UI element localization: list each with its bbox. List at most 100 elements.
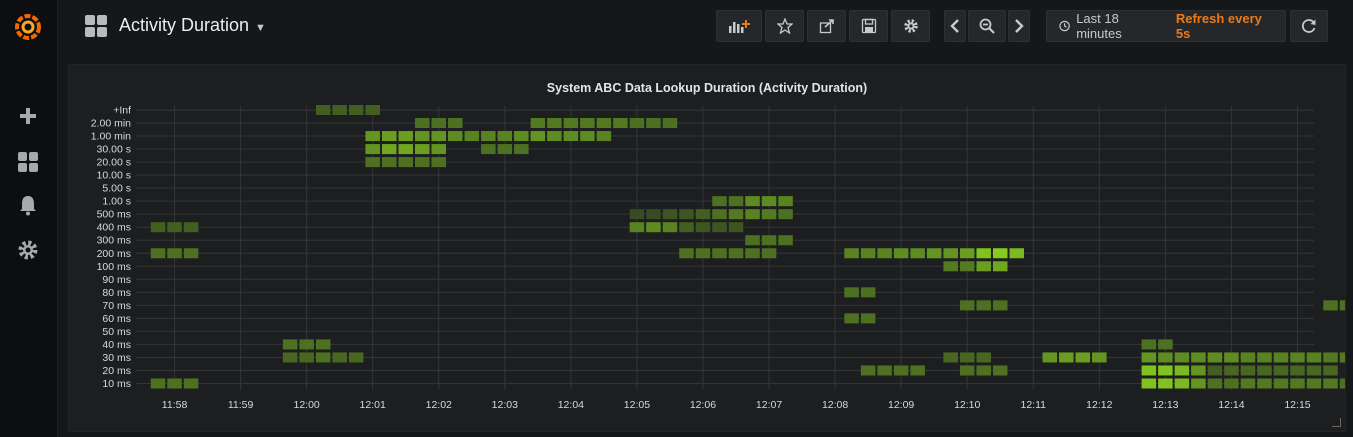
heatmap-cell: [877, 365, 892, 376]
heatmap-cell: [431, 131, 447, 142]
add-panel-button[interactable]: [716, 10, 762, 42]
dashboards-icon[interactable]: [16, 150, 40, 174]
heatmap-cell: [1191, 378, 1206, 389]
save-button[interactable]: [849, 10, 888, 42]
heatmap-cell: [679, 209, 694, 220]
heatmap-cell: [745, 235, 760, 246]
heatmap-cell: [679, 248, 694, 259]
heatmap-cell: [1257, 365, 1272, 376]
heatmap-cell: [563, 131, 579, 142]
grafana-logo[interactable]: [13, 12, 43, 42]
y-tick-label: 100 ms: [97, 261, 131, 273]
heatmap-cell: [745, 209, 760, 220]
y-tick-label: 400 ms: [97, 222, 131, 234]
heatmap-cell: [299, 339, 314, 350]
heatmap-cell: [1306, 378, 1322, 389]
x-tick-label: 12:09: [888, 399, 914, 411]
heatmap-cell: [844, 248, 859, 259]
heatmap-cell: [414, 131, 430, 142]
heatmap-cell: [464, 131, 480, 142]
heatmap-cell: [662, 209, 678, 220]
heatmap-cell: [695, 222, 711, 233]
heatmap-cell: [580, 131, 595, 142]
heatmap-cell: [877, 248, 892, 259]
heatmap-cell: [712, 248, 727, 259]
heatmap-cell: [1158, 339, 1173, 350]
time-forward-button[interactable]: [1008, 10, 1030, 42]
heatmap-cell: [547, 118, 562, 129]
heatmap-cell: [1158, 378, 1173, 389]
heatmap-cell: [1174, 352, 1190, 363]
heatmap-cell: [282, 352, 298, 363]
heatmap-cell: [976, 352, 991, 363]
y-tick-label: 2.00 min: [91, 118, 131, 130]
heatmap-cell: [1158, 365, 1173, 376]
heatmap-cell: [299, 352, 314, 363]
time-picker-button[interactable]: Last 18 minutes Refresh every 5s: [1046, 10, 1286, 42]
gear-icon[interactable]: [16, 238, 40, 262]
heatmap-cell: [381, 157, 397, 168]
heatmap-cell: [646, 222, 661, 233]
heatmap-cell: [1224, 365, 1239, 376]
add-panel-icon: [729, 20, 750, 33]
heatmap-cell: [497, 131, 513, 142]
heatmap-cell: [778, 235, 793, 246]
x-tick-label: 12:10: [954, 399, 980, 411]
bell-icon[interactable]: [16, 193, 40, 217]
panel-resize-handle[interactable]: [1332, 418, 1341, 427]
heatmap-cell: [728, 248, 744, 259]
heatmap-cell: [1224, 378, 1239, 389]
y-tick-label: 1.00 min: [91, 131, 131, 143]
heatmap-cell: [365, 157, 380, 168]
heatmap-cell: [414, 157, 430, 168]
heatmap-cell: [629, 209, 645, 220]
heatmap-cell: [596, 118, 612, 129]
settings-button[interactable]: [891, 10, 930, 42]
heatmap-cell: [398, 131, 413, 142]
heatmap-cell: [728, 222, 744, 233]
share-icon: [819, 19, 834, 34]
heatmap-cell: [1339, 300, 1345, 311]
heatmap-cell: [761, 248, 777, 259]
heatmap-cell: [1224, 352, 1239, 363]
heatmap-cell: [629, 222, 645, 233]
heatmap-cell: [679, 222, 694, 233]
heatmap-cell: [431, 144, 447, 155]
heatmap-cell: [1207, 352, 1223, 363]
heatmap-cell: [992, 300, 1008, 311]
heatmap-cell: [183, 248, 199, 259]
y-tick-label: 300 ms: [97, 235, 131, 247]
heatmap-cell: [414, 118, 430, 129]
heatmap-cell: [448, 118, 463, 129]
heatmap-cell: [1273, 352, 1289, 363]
refresh-button[interactable]: [1290, 10, 1328, 42]
dashboard-title[interactable]: Activity Duration ▼: [119, 15, 266, 36]
heatmap-cell: [183, 222, 199, 233]
heatmap-cell: [1141, 378, 1157, 389]
x-tick-label: 12:12: [1086, 399, 1112, 411]
y-tick-label: 40 ms: [102, 339, 131, 351]
heatmap-cell: [1257, 378, 1272, 389]
y-tick-label: 90 ms: [102, 274, 131, 286]
zoom-out-button[interactable]: [968, 10, 1006, 42]
heatmap-cell: [481, 131, 496, 142]
heatmap-cell: [315, 339, 331, 350]
y-tick-label: 30 ms: [102, 352, 131, 364]
y-tick-label: 60 ms: [102, 313, 131, 325]
heatmap-cell: [1290, 378, 1305, 389]
time-back-button[interactable]: [944, 10, 966, 42]
share-button[interactable]: [807, 10, 846, 42]
heatmap-cell: [1290, 365, 1305, 376]
plus-icon[interactable]: [16, 104, 40, 128]
heatmap-cell: [348, 352, 364, 363]
heatmap-cell: [860, 248, 876, 259]
y-tick-label: +Inf: [113, 105, 131, 117]
heatmap-cell: [976, 365, 991, 376]
heatmap-cell: [167, 222, 182, 233]
save-icon: [861, 18, 876, 34]
chevron-left-icon: [950, 19, 959, 33]
star-button[interactable]: [765, 10, 804, 42]
y-tick-label: 10 ms: [102, 378, 131, 390]
heatmap-cell: [514, 131, 529, 142]
dashboard-grid-icon[interactable]: [85, 15, 107, 37]
